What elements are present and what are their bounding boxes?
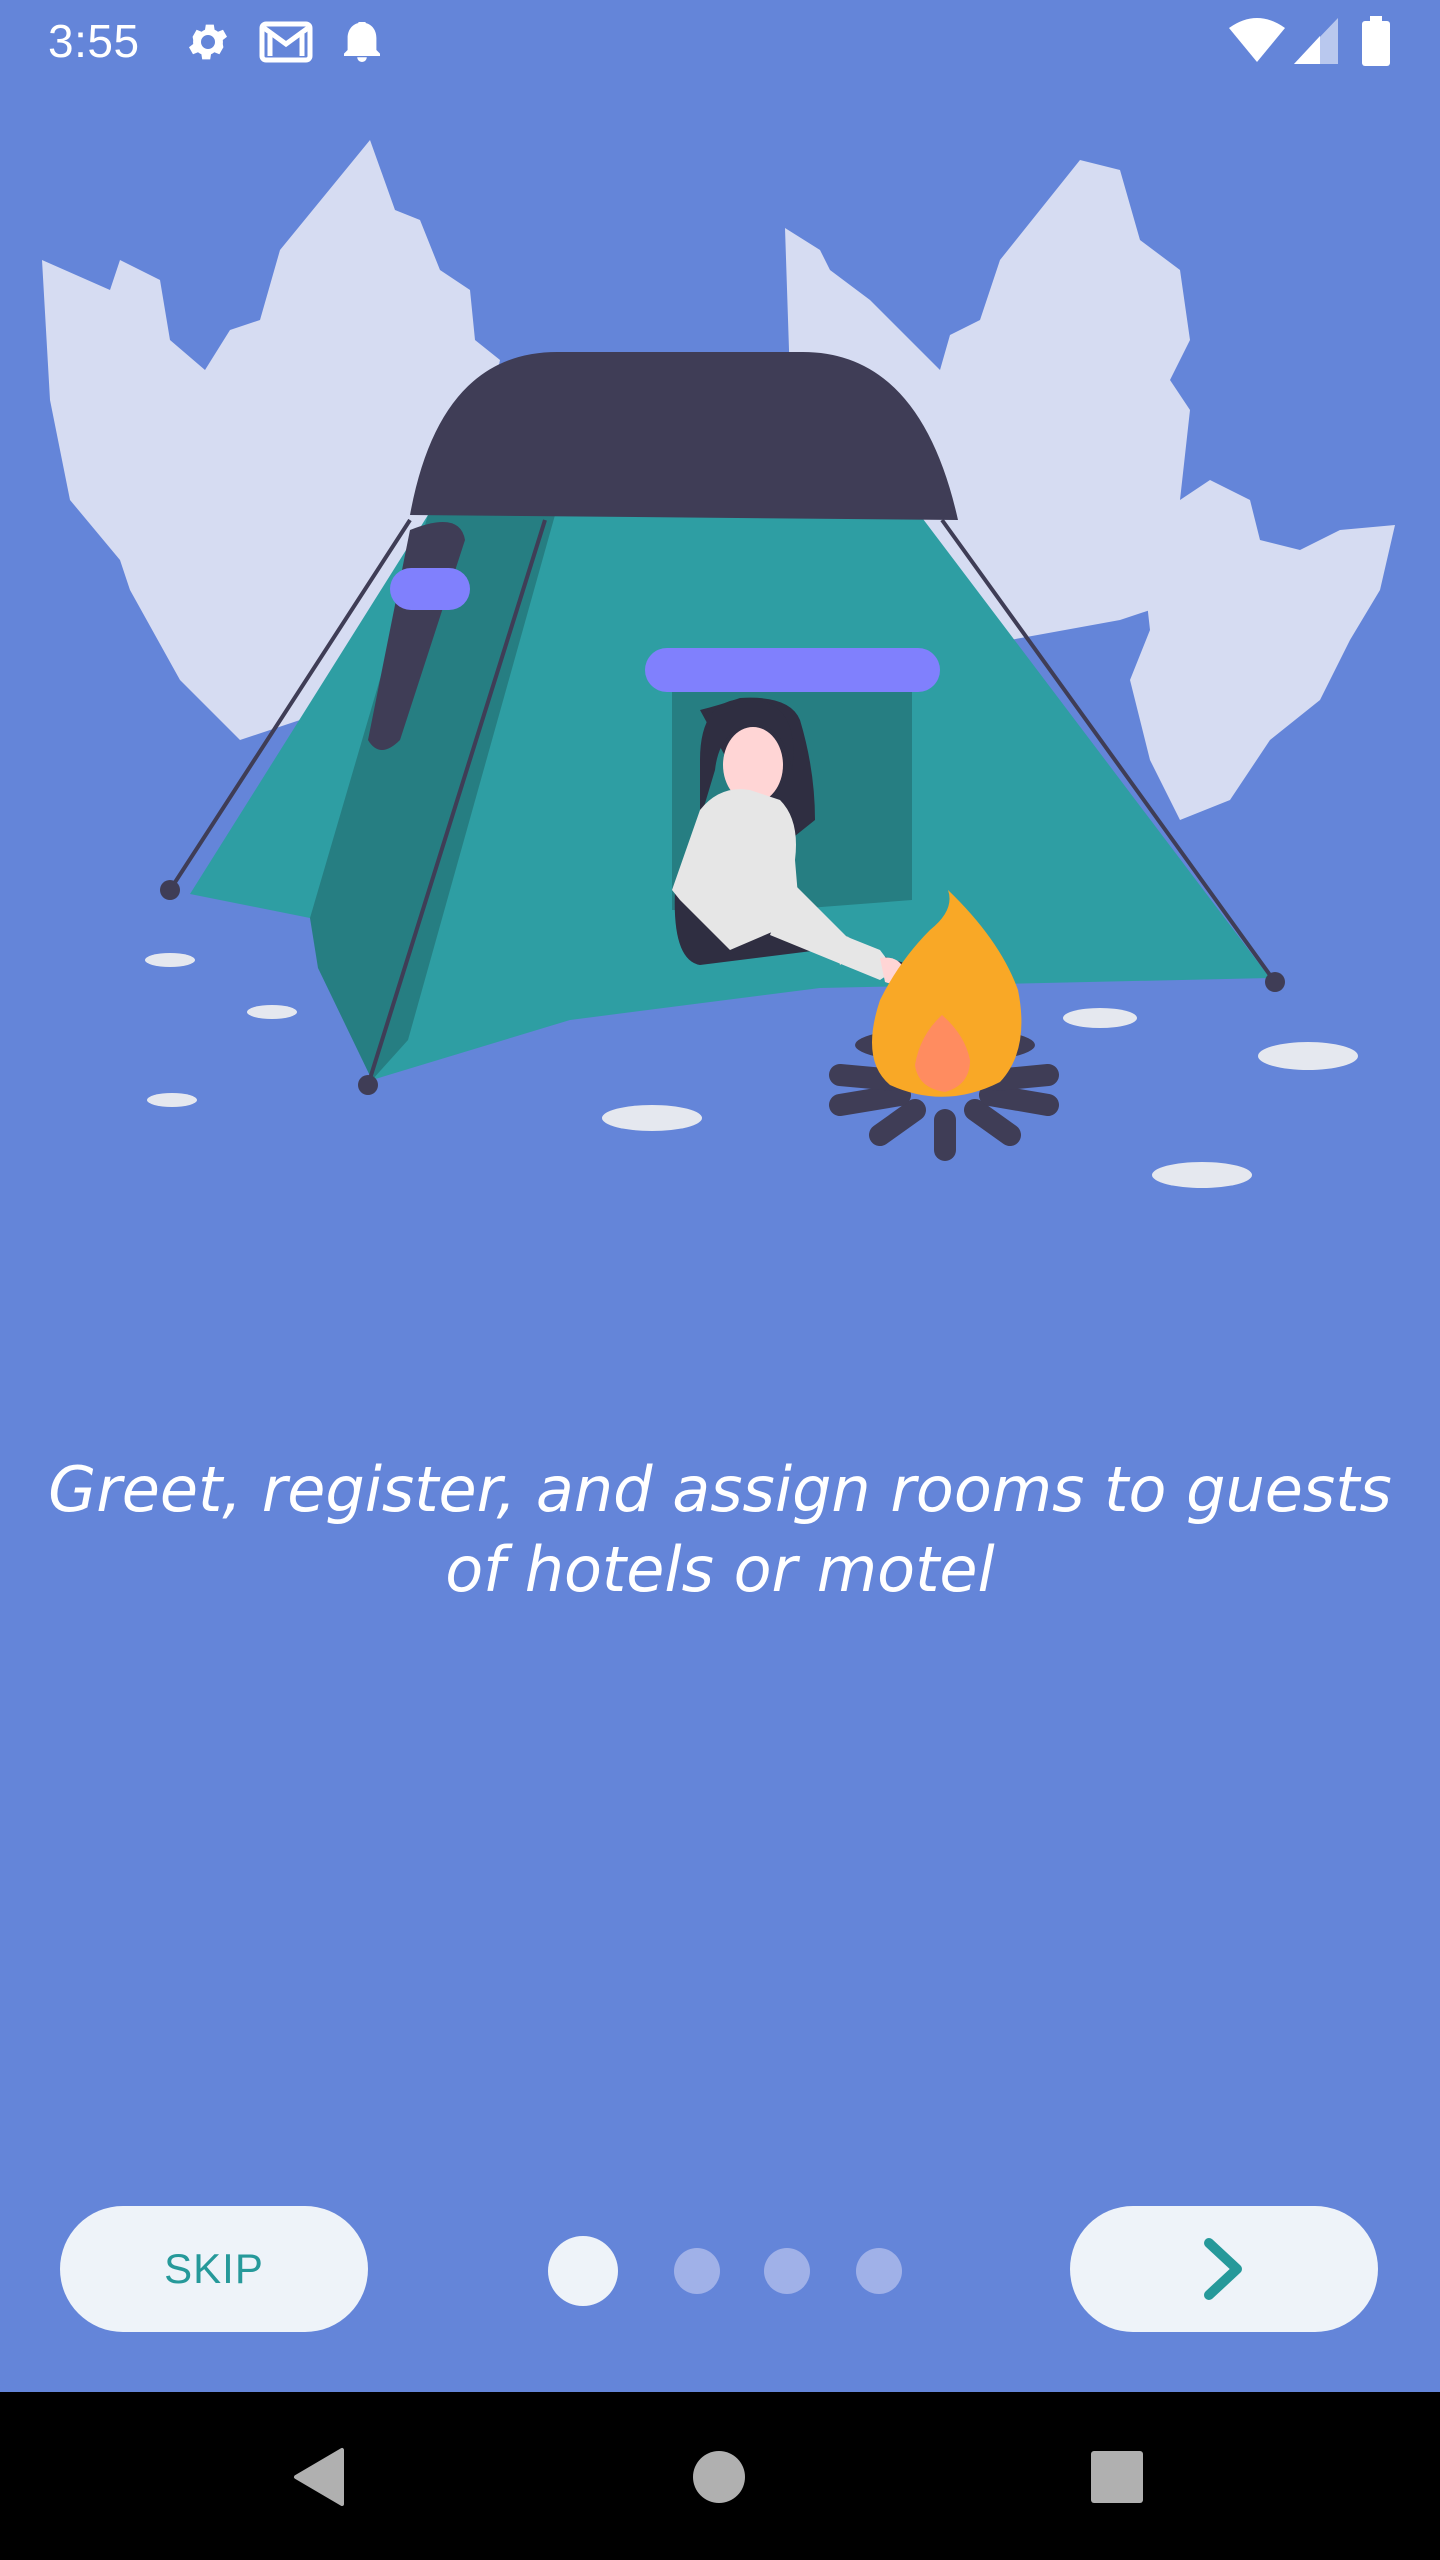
recents-icon[interactable] <box>1082 2442 1152 2512</box>
status-time: 3:55 <box>48 15 140 67</box>
camping-illustration <box>42 140 1395 1188</box>
status-bar: 3:55 <box>0 0 1440 84</box>
page-dot[interactable] <box>856 2248 902 2294</box>
cellular-signal-icon <box>1294 18 1338 64</box>
home-icon[interactable] <box>684 2442 754 2512</box>
chevron-right-icon <box>1204 2238 1242 2300</box>
wifi-icon <box>1229 18 1285 62</box>
page-dot[interactable] <box>764 2248 810 2294</box>
battery-icon <box>1362 16 1390 66</box>
onboarding-caption: Greet, register, and assign rooms to gue… <box>48 1453 1392 1606</box>
gmail-icon <box>259 21 313 63</box>
notification-bell-icon <box>344 22 380 62</box>
navigation-bar <box>0 2392 1440 2560</box>
next-button[interactable] <box>1070 2206 1378 2332</box>
back-icon[interactable] <box>286 2442 356 2512</box>
settings-icon <box>189 24 227 60</box>
page-dot[interactable] <box>674 2248 720 2294</box>
page-dot-active[interactable] <box>548 2236 618 2306</box>
